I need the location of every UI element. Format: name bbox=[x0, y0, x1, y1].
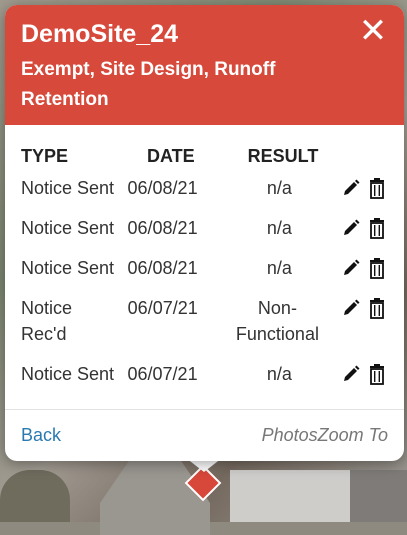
records-table: TYPE DATE RESULT Notice Sent 06/08/21 n/… bbox=[5, 125, 404, 401]
close-icon[interactable]: ✕ bbox=[356, 14, 390, 49]
table-row: Notice Sent 06/08/21 n/a bbox=[21, 175, 388, 215]
row-type: Notice Sent bbox=[21, 364, 115, 384]
trash-icon[interactable] bbox=[366, 217, 388, 239]
site-subtitle: Exempt, Site Design, Runoff Retention bbox=[21, 59, 276, 110]
row-actions bbox=[339, 361, 388, 385]
row-actions bbox=[339, 255, 388, 279]
row-type: Notice Rec'd bbox=[21, 298, 73, 344]
row-type: Notice Sent bbox=[21, 178, 115, 198]
row-type: Notice Sent bbox=[21, 218, 115, 238]
site-title: DemoSite_24 bbox=[21, 20, 179, 48]
trash-icon[interactable] bbox=[366, 297, 388, 319]
pencil-icon[interactable] bbox=[340, 177, 362, 199]
row-date: 06/07/21 bbox=[127, 298, 198, 318]
pencil-icon[interactable] bbox=[340, 297, 362, 319]
row-date: 06/08/21 bbox=[127, 178, 198, 198]
table-row: Notice Sent 06/08/21 n/a bbox=[21, 215, 388, 255]
row-result: Non-Functional bbox=[235, 298, 319, 344]
pencil-icon[interactable] bbox=[340, 217, 362, 239]
row-actions bbox=[339, 175, 388, 199]
trash-icon[interactable] bbox=[366, 363, 388, 385]
row-type: Notice Sent bbox=[21, 258, 115, 278]
table-row: Notice Sent 06/07/21 n/a bbox=[21, 361, 388, 401]
pencil-icon[interactable] bbox=[340, 363, 362, 385]
popup-footer: Back PhotosZoom To bbox=[5, 409, 404, 461]
header-result: RESULT bbox=[247, 145, 319, 166]
trash-icon[interactable] bbox=[366, 257, 388, 279]
table-row: Notice Sent 06/08/21 n/a bbox=[21, 255, 388, 295]
map-trees bbox=[0, 470, 70, 522]
row-date: 06/08/21 bbox=[127, 218, 198, 238]
row-result: n/a bbox=[266, 218, 292, 238]
row-actions bbox=[339, 295, 388, 319]
table-row: Notice Rec'd 06/07/21 Non-Functional bbox=[21, 295, 388, 361]
site-popup: DemoSite_24 Exempt, Site Design, Runoff … bbox=[5, 5, 404, 461]
row-date: 06/07/21 bbox=[127, 364, 198, 384]
row-result: n/a bbox=[266, 178, 292, 198]
popup-header: DemoSite_24 Exempt, Site Design, Runoff … bbox=[5, 5, 404, 125]
row-date: 06/08/21 bbox=[127, 258, 198, 278]
map-lot bbox=[350, 470, 407, 522]
table-header: TYPE DATE RESULT bbox=[21, 137, 388, 175]
map-building bbox=[230, 470, 350, 522]
row-result: n/a bbox=[266, 258, 292, 278]
row-actions bbox=[339, 215, 388, 239]
header-type: TYPE bbox=[21, 145, 69, 166]
header-date: DATE bbox=[147, 145, 195, 166]
pencil-icon[interactable] bbox=[340, 257, 362, 279]
trash-icon[interactable] bbox=[366, 177, 388, 199]
row-result: n/a bbox=[266, 364, 292, 384]
photos-zoom-links[interactable]: PhotosZoom To bbox=[262, 425, 388, 446]
back-link[interactable]: Back bbox=[21, 425, 61, 446]
